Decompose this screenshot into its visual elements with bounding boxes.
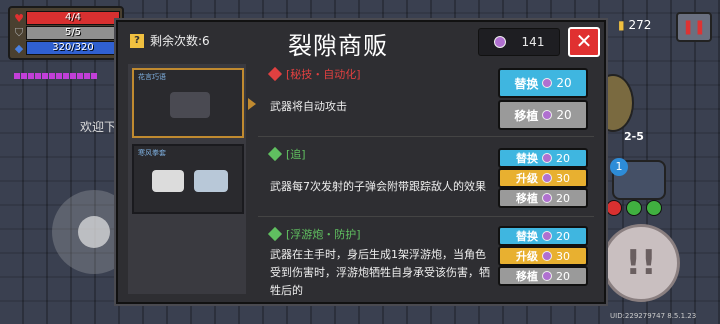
question-icon: ? <box>130 33 144 48</box>
crystal-icon <box>542 78 553 88</box>
enchant-description: 武器将自动攻击 <box>270 100 347 113</box>
enchant-description: 武器每7次发射的子弹会附带跟踪敌人的效果 <box>270 180 486 193</box>
heart-icon: ♥ <box>14 11 24 25</box>
enchant-description: 武器在主手时，身后生成1架浮游炮，当角色受到伤害时，浮游炮牺牲自身承受该伤害，牺… <box>270 248 490 297</box>
green-gem-icon <box>626 200 642 216</box>
crystal-balance: 141 <box>478 28 560 56</box>
energy-text: 320/320 <box>52 42 94 53</box>
crystal-icon <box>542 251 552 261</box>
armor-text: 5/5 <box>64 27 82 38</box>
shield-icon: ⛉ <box>14 26 24 39</box>
weapon-card[interactable]: 寒风拳套 <box>132 144 244 214</box>
divider <box>258 216 594 217</box>
enchant-tag: [秘技・自动化] <box>286 68 361 81</box>
joystick-knob[interactable] <box>78 216 110 248</box>
upgrade-button[interactable]: 升级 30 <box>498 168 588 188</box>
hp-row: ♥ 4/4 <box>12 11 120 25</box>
coin-icon: ▮ <box>618 18 625 32</box>
energy-row: ◆ 320/320 <box>12 41 120 55</box>
weapon-slot-number: 1 <box>610 158 628 176</box>
enchant-entry: [秘技・自动化] 武器将自动攻击 替换 20 移植 20 <box>258 60 594 137</box>
energy-icon: ◆ <box>14 41 24 55</box>
remaining-count: ? 剩余次数:6 <box>130 32 210 49</box>
blaster-icon <box>170 92 210 118</box>
panel-header: ? 剩余次数:6 裂隙商贩 141 ✕ <box>118 22 604 60</box>
gauntlet-icon <box>194 170 228 192</box>
graft-button[interactable]: 移植 20 <box>498 266 588 286</box>
close-button[interactable]: ✕ <box>568 27 600 57</box>
green-gem-icon <box>646 200 662 216</box>
swap-button[interactable]: 替换 20 <box>498 68 588 98</box>
graft-button[interactable]: 移植 20 <box>498 188 588 208</box>
level-indicator: 2-5 <box>624 130 644 143</box>
crystal-icon <box>542 110 553 120</box>
rift-merchant-panel: ? 剩余次数:6 裂隙商贩 141 ✕ 花言巧语 寒风拳套 [秘技・自动化] 武器… <box>116 20 606 304</box>
coin-counter: ▮ 272 <box>618 18 652 32</box>
crystal-icon <box>542 153 552 163</box>
swap-button[interactable]: 替换 20 <box>498 226 588 246</box>
selection-arrow-icon <box>248 98 256 110</box>
buff-bar <box>14 64 124 79</box>
enchant-entry: [浮游炮・防护] 武器在主手时，身后生成1架浮游炮，当角色受到伤害时，浮游炮牺牲… <box>258 220 594 306</box>
armor-row: ⛉ 5/5 <box>12 26 120 40</box>
crystal-icon <box>542 193 552 203</box>
uid-text: UID:229279747 8.5.1.23 <box>610 312 697 320</box>
enchant-entry: [追] 武器每7次发射的子弹会附带跟踪敌人的效果 替换 20 升级 30 移植 20 <box>258 140 594 217</box>
enchant-tag: [追] <box>286 148 306 161</box>
gauntlet-icon <box>152 170 184 192</box>
crystal-icon <box>542 173 552 183</box>
weapon-gem-slots <box>606 200 662 216</box>
player-stats-panel: ♥ 4/4 ⛉ 5/5 ◆ 320/320 <box>8 6 124 60</box>
red-gem-icon <box>267 66 283 82</box>
weapon-card-selected[interactable]: 花言巧语 <box>132 68 244 138</box>
panel-title: 裂隙商贩 <box>288 32 388 60</box>
enchant-tag: [浮游炮・防护] <box>286 228 361 241</box>
upgrade-button[interactable]: 升级 30 <box>498 246 588 266</box>
graft-button[interactable]: 移植 20 <box>498 100 588 130</box>
crystal-icon <box>493 36 506 48</box>
crystal-icon <box>542 271 552 281</box>
weapon-list: 花言巧语 寒风拳套 <box>128 64 246 294</box>
red-gem-icon <box>606 200 622 216</box>
divider <box>258 136 594 137</box>
green-gem-icon <box>267 226 283 242</box>
crystal-icon <box>542 231 552 241</box>
pause-button[interactable]: ❚❚ <box>676 12 712 42</box>
swap-button[interactable]: 替换 20 <box>498 148 588 168</box>
green-gem-icon <box>267 146 283 162</box>
skill-button[interactable]: !! <box>602 224 680 302</box>
welcome-text: 欢迎下 <box>80 120 117 134</box>
hp-text: 4/4 <box>64 12 82 23</box>
